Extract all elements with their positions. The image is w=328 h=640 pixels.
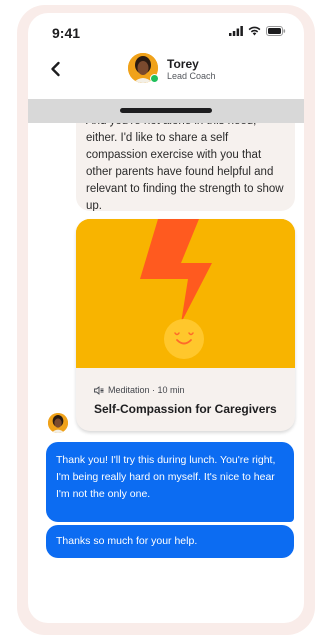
meditation-artwork [76, 219, 295, 368]
chat-screen: 9:41 Torey Lead Coach either. I'd like t… [28, 13, 304, 623]
outgoing-message-bubble: Thanks so much for your help. [46, 525, 294, 558]
coach-name: Torey [167, 57, 199, 71]
status-time: 9:41 [52, 25, 81, 41]
sender-avatar [48, 413, 68, 433]
back-chevron-icon[interactable] [46, 59, 66, 79]
incoming-message-bubble: And you're not alone in this need, eithe… [76, 123, 295, 211]
online-status-dot [150, 74, 159, 83]
battery-icon [266, 26, 286, 36]
wifi-icon [248, 26, 261, 36]
outgoing-message-bubble: Thank you! I'll try this during lunch. Y… [46, 442, 294, 522]
card-meta: Meditation · 10 min [94, 385, 185, 395]
coach-role: Lead Coach [167, 71, 216, 81]
speaker-icon [94, 385, 104, 395]
sun-face-icon [164, 319, 204, 359]
card-meta-text: Meditation · 10 min [108, 385, 185, 395]
meditation-card[interactable]: Meditation · 10 min Self-Compassion for … [76, 219, 295, 431]
status-icons [229, 26, 286, 36]
coach-avatar[interactable] [128, 53, 159, 83]
incoming-message-text: And you're not alone in this need, eithe… [86, 123, 284, 211]
sheet-drag-handle[interactable] [120, 108, 212, 113]
card-title: Self-Compassion for Caregivers [94, 402, 277, 416]
signal-icon [229, 26, 243, 36]
